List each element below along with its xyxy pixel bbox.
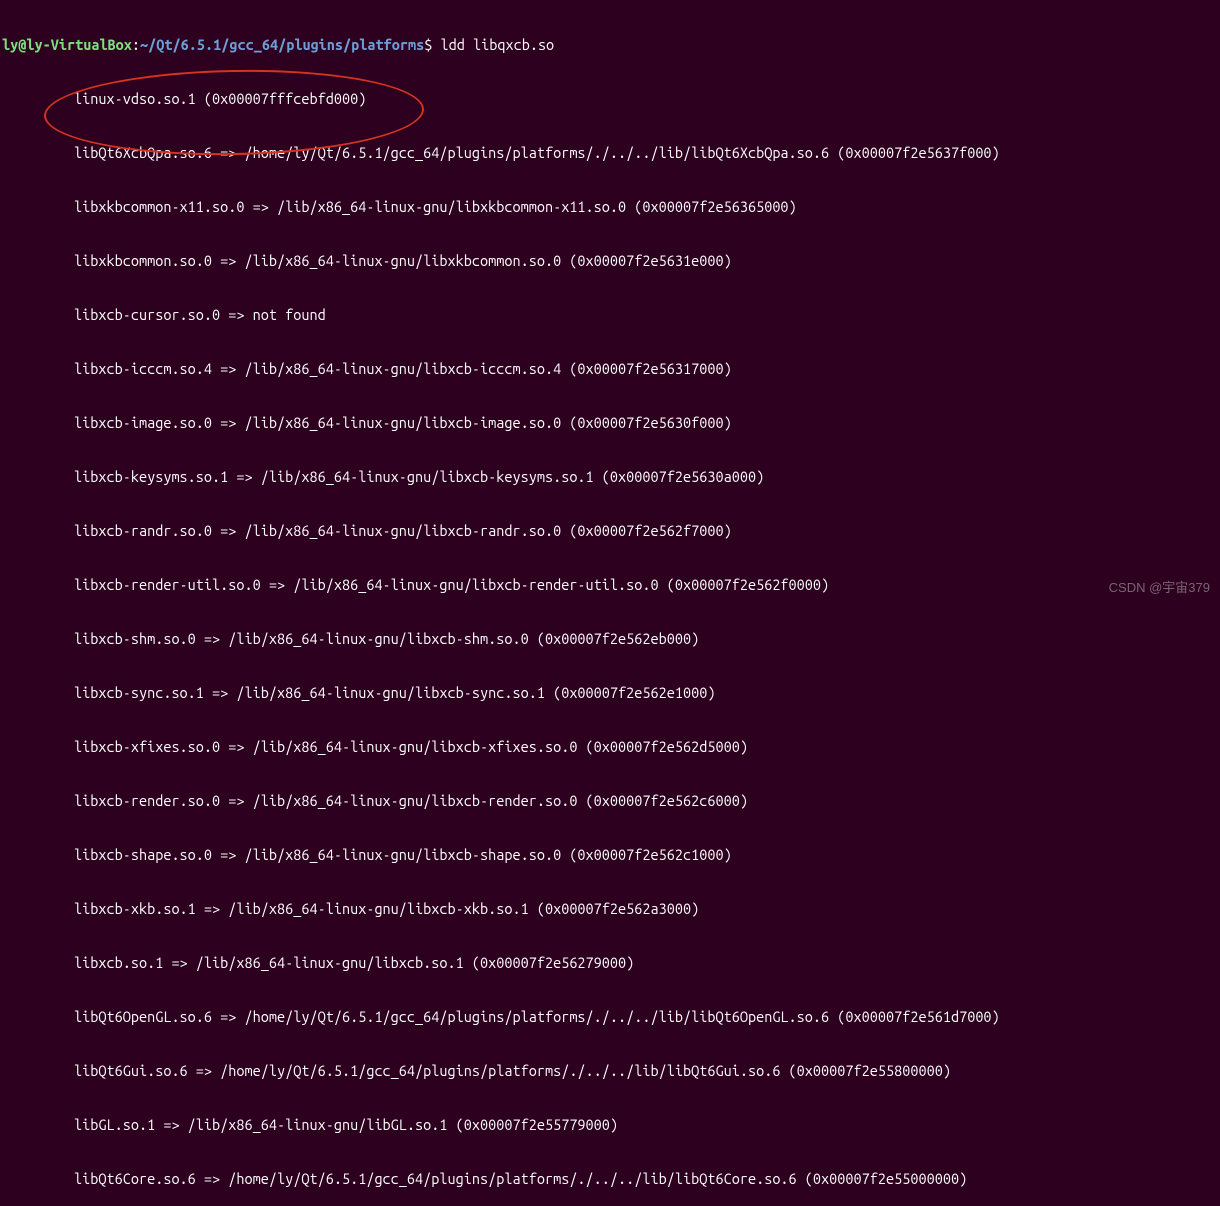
ldd-line: libQt6XcbQpa.so.6 => /home/ly/Qt/6.5.1/g…	[2, 144, 1218, 162]
command-text: ldd libqxcb.so	[441, 36, 555, 54]
ldd-line: libxcb-keysyms.so.1 => /lib/x86_64-linux…	[2, 468, 1218, 486]
ldd-line: linux-vdso.so.1 (0x00007fffcebfd000)	[2, 90, 1218, 108]
prompt-end: $	[424, 36, 440, 54]
ldd-line: libxcb-randr.so.0 => /lib/x86_64-linux-g…	[2, 522, 1218, 540]
prompt-line: ly@ly-VirtualBox:~/Qt/6.5.1/gcc_64/plugi…	[2, 36, 1218, 54]
ldd-line: libQt6Core.so.6 => /home/ly/Qt/6.5.1/gcc…	[2, 1170, 1218, 1188]
prompt-path: ~/Qt/6.5.1/gcc_64/plugins/platforms	[140, 36, 424, 54]
prompt-sep: :	[132, 36, 140, 54]
ldd-line: libGL.so.1 => /lib/x86_64-linux-gnu/libG…	[2, 1116, 1218, 1134]
ldd-line: libxcb-render-util.so.0 => /lib/x86_64-l…	[2, 576, 1218, 594]
ldd-line: libxcb-image.so.0 => /lib/x86_64-linux-g…	[2, 414, 1218, 432]
ldd-line: libQt6Gui.so.6 => /home/ly/Qt/6.5.1/gcc_…	[2, 1062, 1218, 1080]
ldd-line: libQt6OpenGL.so.6 => /home/ly/Qt/6.5.1/g…	[2, 1008, 1218, 1026]
ldd-line: libxcb-sync.so.1 => /lib/x86_64-linux-gn…	[2, 684, 1218, 702]
ldd-line: libxkbcommon-x11.so.0 => /lib/x86_64-lin…	[2, 198, 1218, 216]
ldd-line: libxcb-icccm.so.4 => /lib/x86_64-linux-g…	[2, 360, 1218, 378]
prompt-user: ly@ly-VirtualBox	[2, 36, 132, 54]
terminal-output[interactable]: ly@ly-VirtualBox:~/Qt/6.5.1/gcc_64/plugi…	[0, 0, 1220, 1206]
ldd-line: libxcb.so.1 => /lib/x86_64-linux-gnu/lib…	[2, 954, 1218, 972]
ldd-line: libxcb-shm.so.0 => /lib/x86_64-linux-gnu…	[2, 630, 1218, 648]
ldd-line: libxcb-xkb.so.1 => /lib/x86_64-linux-gnu…	[2, 900, 1218, 918]
ldd-line: libxcb-render.so.0 => /lib/x86_64-linux-…	[2, 792, 1218, 810]
ldd-line: libxkbcommon.so.0 => /lib/x86_64-linux-g…	[2, 252, 1218, 270]
ldd-line: libxcb-shape.so.0 => /lib/x86_64-linux-g…	[2, 846, 1218, 864]
ldd-line: libxcb-xfixes.so.0 => /lib/x86_64-linux-…	[2, 738, 1218, 756]
ldd-line: libxcb-cursor.so.0 => not found	[2, 306, 1218, 324]
watermark-text: CSDN @宇宙379	[1109, 579, 1210, 597]
